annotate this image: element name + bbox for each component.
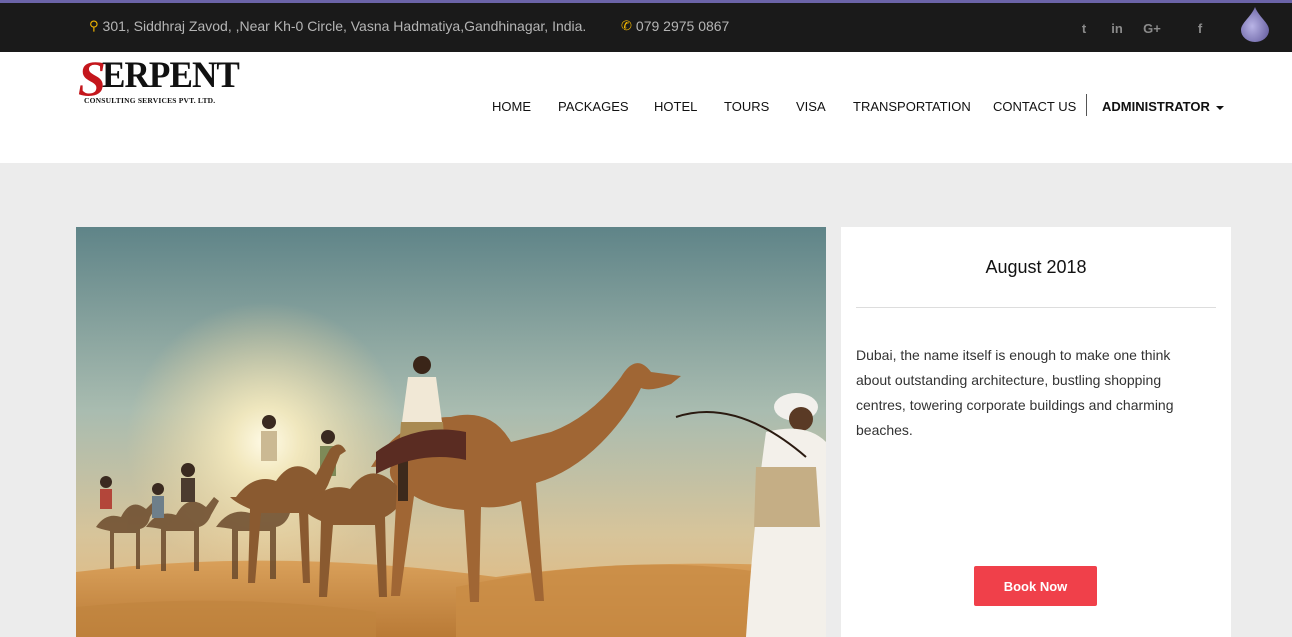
top-bar: ⚲ 301, Siddhraj Zavod, ,Near Kh-0 Circle… — [0, 0, 1292, 52]
nav-home[interactable]: HOME — [492, 99, 531, 114]
nav-contact-us[interactable]: CONTACT US — [993, 99, 1076, 114]
serpent-logo[interactable]: S ERPENT CONSULTING SERVICES PVT. LTD. — [78, 52, 258, 110]
camel-caravan-image — [76, 227, 826, 637]
google-plus-icon[interactable]: G+ — [1142, 21, 1162, 36]
facebook-icon[interactable]: f — [1192, 21, 1208, 36]
card-divider — [856, 307, 1216, 308]
package-card: August 2018 Dubai, the name itself is en… — [841, 227, 1231, 637]
book-now-button[interactable]: Book Now — [974, 566, 1097, 606]
address-text: 301, Siddhraj Zavod, ,Near Kh-0 Circle, … — [102, 18, 587, 34]
phone-text: 079 2975 0867 — [635, 18, 730, 34]
nav-visa[interactable]: VISA — [796, 99, 826, 114]
caret-down-icon — [1215, 105, 1224, 110]
phone-info: ✆ 079 2975 0867 — [621, 18, 729, 34]
package-photo — [76, 227, 826, 637]
phone-icon: ✆ — [621, 18, 632, 33]
package-month: August 2018 — [985, 257, 1087, 277]
logo-word: ERPENT — [102, 55, 240, 96]
twitter-icon[interactable]: t — [1076, 21, 1092, 36]
map-marker-icon: ⚲ — [89, 18, 99, 33]
nav-tours[interactable]: TOURS — [724, 99, 769, 114]
logo-subtitle: CONSULTING SERVICES PVT. LTD. — [84, 96, 216, 105]
nav-administrator-dropdown[interactable]: ADMINISTRATOR — [1102, 99, 1224, 114]
address-info: ⚲ 301, Siddhraj Zavod, ,Near Kh-0 Circle… — [89, 18, 586, 34]
nav-divider — [1086, 94, 1087, 116]
nav-hotel[interactable]: HOTEL — [654, 99, 697, 114]
linkedin-icon[interactable]: in — [1109, 21, 1125, 36]
droplet-icon[interactable] — [1239, 5, 1271, 43]
nav-transportation[interactable]: TRANSPORTATION — [853, 99, 971, 114]
site-header: S ERPENT CONSULTING SERVICES PVT. LTD. H… — [0, 52, 1292, 163]
social-links: t in G+ f — [1076, 21, 1225, 36]
package-description: Dubai, the name itself is enough to make… — [856, 347, 1174, 438]
admin-label: ADMINISTRATOR — [1102, 99, 1210, 114]
nav-packages[interactable]: PACKAGES — [558, 99, 629, 114]
